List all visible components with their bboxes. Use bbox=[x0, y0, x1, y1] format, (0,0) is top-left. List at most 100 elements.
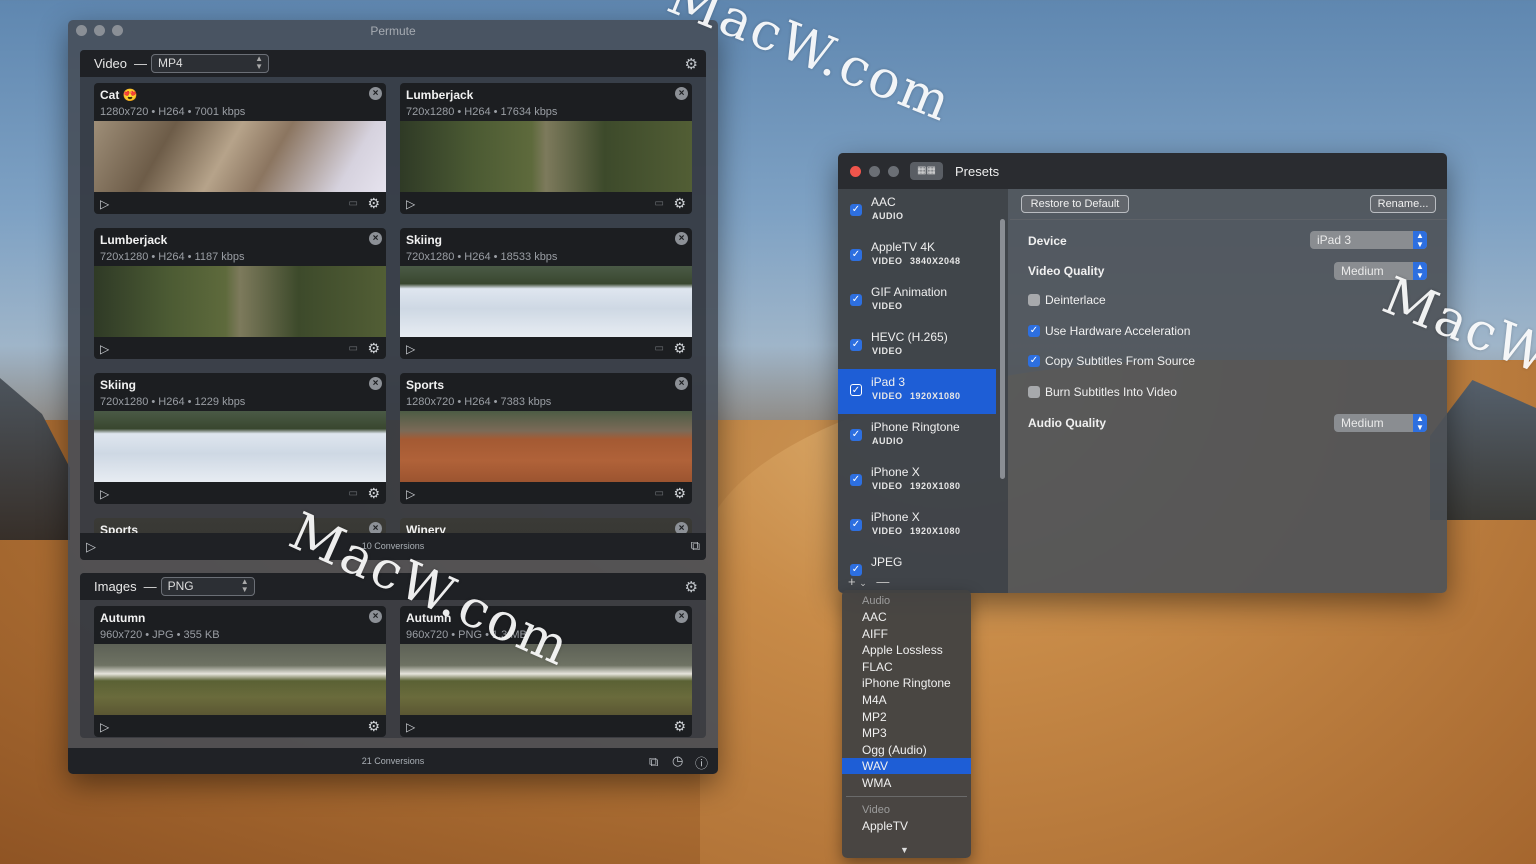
play-icon[interactable]: ▷ bbox=[406, 487, 415, 501]
checkbox-checked-icon[interactable]: ✓ bbox=[850, 384, 862, 396]
select-arrows-icon: ▲ ▼ bbox=[240, 577, 249, 594]
checkbox-checked-icon[interactable]: ✓ bbox=[850, 204, 862, 216]
media-card[interactable]: Skiing 720x1280 • H264 • 1229 kbps × ▷ ▭ ⚙ bbox=[94, 373, 386, 504]
burn-subtitles-option[interactable]: Burn Subtitles Into Video bbox=[1028, 385, 1177, 399]
checkbox-checked-icon[interactable]: ✓ bbox=[1028, 355, 1040, 367]
media-card[interactable]: Sports 1280x720 • H264 • 7383 kbps × ▷ ▭ ⚙ bbox=[400, 373, 692, 504]
checkbox-checked-icon[interactable]: ✓ bbox=[850, 474, 862, 486]
restore-default-button[interactable]: Restore to Default bbox=[1021, 195, 1129, 213]
menu-item[interactable]: WMA bbox=[842, 775, 971, 791]
media-card[interactable]: Cat 😍 1280x720 • H264 • 7001 kbps × ▷ ▭ ⚙ bbox=[94, 83, 386, 214]
menu-item[interactable]: FLAC bbox=[842, 659, 971, 675]
item-gear-icon[interactable]: ⚙ bbox=[673, 485, 686, 502]
audio-quality-label: Audio Quality bbox=[1028, 416, 1106, 430]
stepper-arrows-icon: ▲ ▼ bbox=[1413, 414, 1427, 432]
checkbox-checked-icon[interactable]: ✓ bbox=[1028, 325, 1040, 337]
preview-icon[interactable]: ▷ bbox=[406, 720, 415, 734]
checkbox-unchecked-icon[interactable] bbox=[1028, 294, 1040, 306]
play-icon[interactable]: ▷ bbox=[100, 487, 109, 501]
menu-item[interactable]: AAC bbox=[842, 609, 971, 625]
checkbox-checked-icon[interactable]: ✓ bbox=[850, 294, 862, 306]
images-settings-gear-icon[interactable]: ⚙ bbox=[685, 578, 698, 596]
remove-icon[interactable]: × bbox=[675, 232, 688, 245]
remove-icon[interactable]: × bbox=[675, 377, 688, 390]
media-card[interactable]: Skiing 720x1280 • H264 • 18533 kbps × ▷ ▭… bbox=[400, 228, 692, 359]
copy-subtitles-option[interactable]: ✓ Copy Subtitles From Source bbox=[1028, 354, 1195, 368]
hardware-acceleration-option[interactable]: ✓ Use Hardware Acceleration bbox=[1028, 324, 1190, 338]
preset-item[interactable]: ✓ AppleTV 4K VIDEO 3840X2048 bbox=[838, 234, 996, 279]
device-label: Device bbox=[1028, 234, 1067, 248]
remove-preset-button[interactable]: — bbox=[876, 574, 889, 589]
menu-item[interactable]: AppleTV bbox=[842, 818, 971, 834]
item-gear-icon[interactable]: ⚙ bbox=[367, 718, 380, 735]
media-name: Cat 😍 bbox=[100, 88, 138, 102]
deinterlace-option[interactable]: Deinterlace bbox=[1028, 293, 1106, 307]
chevron-down-icon[interactable]: ⌄ bbox=[859, 578, 867, 588]
remove-icon[interactable]: × bbox=[675, 610, 688, 623]
clock-icon[interactable]: ◷ bbox=[672, 753, 683, 769]
item-gear-icon[interactable]: ⚙ bbox=[673, 195, 686, 212]
device-select[interactable]: iPad 3 ▲ ▼ bbox=[1310, 231, 1427, 249]
checkbox-checked-icon[interactable]: ✓ bbox=[850, 519, 862, 531]
checkbox-checked-icon[interactable]: ✓ bbox=[850, 249, 862, 261]
play-icon[interactable]: ▷ bbox=[100, 197, 109, 211]
close-window-button[interactable] bbox=[850, 166, 861, 177]
merge-icon[interactable]: ⧉ bbox=[691, 538, 700, 554]
item-gear-icon[interactable]: ⚙ bbox=[367, 195, 380, 212]
preset-item[interactable]: ✓ GIF Animation VIDEO bbox=[838, 279, 996, 324]
add-remove-controls: + ⌄ — bbox=[848, 574, 889, 589]
preset-item[interactable]: ✓ AAC AUDIO bbox=[838, 189, 996, 234]
play-icon[interactable]: ▷ bbox=[100, 342, 109, 356]
media-meta: 720x1280 • H264 • 1187 kbps bbox=[100, 251, 245, 263]
menu-item[interactable]: iPhone Ringtone bbox=[842, 675, 971, 691]
preset-item-selected[interactable]: ✓ iPad 3 VIDEO 1920X1080 bbox=[838, 369, 996, 414]
remove-icon[interactable]: × bbox=[369, 87, 382, 100]
preview-icon[interactable]: ▷ bbox=[100, 720, 109, 734]
video-settings-gear-icon[interactable]: ⚙ bbox=[685, 55, 698, 73]
item-gear-icon[interactable]: ⚙ bbox=[367, 485, 380, 502]
grid-view-icon[interactable]: ▦▦ bbox=[910, 162, 943, 180]
media-name: Skiing bbox=[406, 233, 443, 247]
remove-icon[interactable]: × bbox=[369, 610, 382, 623]
play-icon[interactable]: ▷ bbox=[406, 197, 415, 211]
menu-item-highlighted[interactable]: WAV bbox=[842, 758, 971, 774]
video-quality-label: Video Quality bbox=[1028, 264, 1105, 278]
subtitles-icon: ▭ bbox=[654, 343, 664, 354]
checkbox-checked-icon[interactable]: ✓ bbox=[850, 429, 862, 441]
menu-item[interactable]: AIFF bbox=[842, 626, 971, 642]
item-gear-icon[interactable]: ⚙ bbox=[673, 340, 686, 357]
play-icon[interactable]: ▷ bbox=[406, 342, 415, 356]
menu-item[interactable]: Apple Lossless bbox=[842, 642, 971, 658]
remove-icon[interactable]: × bbox=[369, 377, 382, 390]
checkbox-unchecked-icon[interactable] bbox=[1028, 386, 1040, 398]
media-card[interactable]: Autumn 960x720 • JPG • 355 KB × ▷ ⚙ bbox=[94, 606, 386, 737]
remove-icon[interactable]: × bbox=[675, 87, 688, 100]
minimize-window-button[interactable] bbox=[869, 166, 880, 177]
audio-quality-select[interactable]: Medium ▲ ▼ bbox=[1334, 414, 1427, 432]
preset-item[interactable]: ✓ iPhone X VIDEO 1920X1080 bbox=[838, 504, 996, 549]
help-icon[interactable]: ⓘ bbox=[695, 753, 708, 772]
menu-item[interactable]: MP2 bbox=[842, 709, 971, 725]
remove-icon[interactable]: × bbox=[369, 232, 382, 245]
rename-button[interactable]: Rename... bbox=[1370, 195, 1436, 213]
title-bar: Permute bbox=[68, 20, 718, 42]
menu-item[interactable]: Ogg (Audio) bbox=[842, 742, 971, 758]
preset-item[interactable]: ✓ iPhone X VIDEO 1920X1080 bbox=[838, 459, 996, 504]
menu-item[interactable]: M4A bbox=[842, 692, 971, 708]
preset-item[interactable]: ✓ HEVC (H.265) VIDEO bbox=[838, 324, 996, 369]
merge-icon[interactable]: ⧉ bbox=[649, 754, 658, 770]
item-gear-icon[interactable]: ⚙ bbox=[367, 340, 380, 357]
media-card[interactable]: Lumberjack 720x1280 • H264 • 17634 kbps … bbox=[400, 83, 692, 214]
preset-item[interactable]: ✓ iPhone Ringtone AUDIO bbox=[838, 414, 996, 459]
zoom-window-button[interactable] bbox=[888, 166, 899, 177]
select-arrows-icon: ▲ ▼ bbox=[255, 54, 264, 71]
media-card[interactable]: Lumberjack 720x1280 • H264 • 1187 kbps ×… bbox=[94, 228, 386, 359]
images-format-select[interactable]: PNG ▲ ▼ bbox=[160, 577, 255, 596]
presets-scrollbar[interactable] bbox=[1000, 219, 1005, 479]
video-format-select[interactable]: MP4 ▲ ▼ bbox=[151, 54, 270, 73]
menu-item[interactable]: MP3 bbox=[842, 725, 971, 741]
add-preset-button[interactable]: + bbox=[848, 574, 856, 589]
checkbox-checked-icon[interactable]: ✓ bbox=[850, 339, 862, 351]
item-gear-icon[interactable]: ⚙ bbox=[673, 718, 686, 735]
scroll-down-arrow-icon[interactable]: ▼ bbox=[900, 845, 909, 855]
